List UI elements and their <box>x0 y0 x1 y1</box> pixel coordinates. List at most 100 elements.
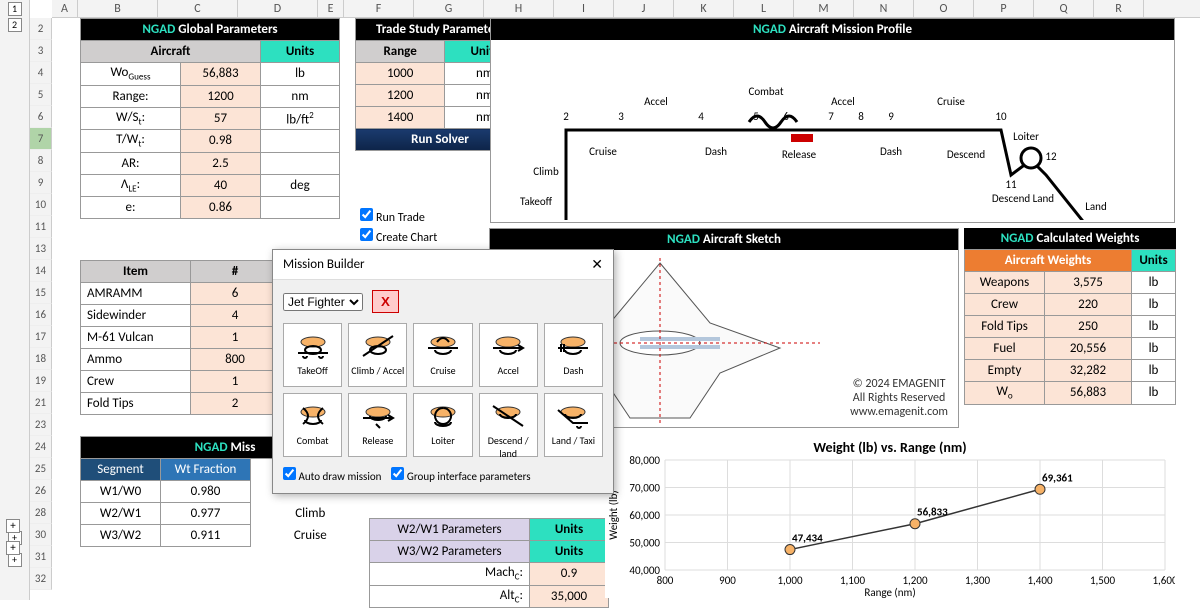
item-header: Item <box>81 261 191 283</box>
item-qty[interactable]: 800 <box>191 349 280 371</box>
extra-units-2: Units <box>530 541 609 563</box>
param-units <box>261 197 340 219</box>
weight-name: Fold Tips <box>965 316 1045 338</box>
svg-text:56,833: 56,833 <box>917 506 948 519</box>
segment-btn-land-taxi[interactable]: Land / Taxi <box>544 393 603 457</box>
row-headers[interactable]: 2345678910111314151617181921232425262830… <box>30 18 52 590</box>
weight-units: lb <box>1132 360 1176 382</box>
weight-units: lb <box>1132 272 1176 294</box>
aircraft-type-select[interactable]: Jet Fighter <box>283 293 363 311</box>
param-label: AR: <box>81 152 181 174</box>
param-label: T/Wt: <box>81 130 181 153</box>
trade-range[interactable]: 1400 <box>356 107 445 129</box>
calculated-weights-panel: NGAD Calculated Weights Aircraft Weights… <box>964 228 1176 405</box>
create-chart-checkbox[interactable]: Create Chart <box>360 228 437 245</box>
svg-text:Land: Land <box>1085 200 1106 213</box>
weight-value: 220 <box>1045 294 1132 316</box>
segment-type: Climb <box>251 503 370 525</box>
range-header: Range <box>356 41 445 63</box>
param-value[interactable]: 57 <box>181 107 261 130</box>
weight-value: 20,556 <box>1045 338 1132 360</box>
mach-label: MachC: <box>370 563 530 586</box>
param-value[interactable]: 0.98 <box>181 130 261 153</box>
svg-text:Descend: Descend <box>947 148 985 161</box>
svg-text:Weight (lb) vs. Range (nm): Weight (lb) vs. Range (nm) <box>813 439 966 456</box>
weight-name: Empty <box>965 360 1045 382</box>
segment-btn-release[interactable]: Release <box>348 393 407 457</box>
auto-draw-checkbox[interactable]: Auto draw mission <box>283 470 381 483</box>
segment-btn-loiter[interactable]: Loiter <box>413 393 472 457</box>
svg-text:Release: Release <box>782 148 817 161</box>
item-qty[interactable]: 4 <box>191 305 280 327</box>
svg-text:11: 11 <box>1005 178 1017 191</box>
group-params-checkbox[interactable]: Group interface parameters <box>391 470 530 483</box>
weight-units: lb <box>1132 316 1176 338</box>
mach-value[interactable]: 0.9 <box>530 563 609 586</box>
alt-value[interactable]: 35,000 <box>530 585 609 608</box>
weight-value: 56,883 <box>1045 382 1132 405</box>
param-value[interactable]: 0.86 <box>181 197 261 219</box>
mission-profile-svg: 01 234 567 8910 11121314 Takeoff Climb C… <box>491 40 1176 220</box>
segment-btn-descend-land[interactable]: Descend / land <box>479 393 538 457</box>
weights-header: Aircraft Weights <box>965 250 1132 272</box>
outline-level-1[interactable]: 1 <box>8 2 22 16</box>
svg-text:Range (nm): Range (nm) <box>864 586 915 598</box>
segment-btn-dash[interactable]: Dash <box>544 323 603 387</box>
svg-text:Loiter: Loiter <box>1013 130 1039 143</box>
svg-text:Dash: Dash <box>705 145 727 158</box>
run-trade-checkbox[interactable]: Run Trade <box>360 208 425 225</box>
item-qty[interactable]: 2 <box>191 393 280 415</box>
param-units: deg <box>261 174 340 197</box>
item-qty[interactable]: 1 <box>191 371 280 393</box>
param-label: Range: <box>81 85 181 107</box>
svg-text:8: 8 <box>858 110 864 123</box>
mission-builder-dialog: Mission Builder ✕ Jet Fighter X TakeOffC… <box>272 249 614 494</box>
weight-value: 32,282 <box>1045 360 1132 382</box>
trade-range[interactable]: 1200 <box>356 85 445 107</box>
svg-text:12: 12 <box>1045 150 1057 163</box>
items-table: Item# AMRAMM6Sidewinder4M-61 Vulcan1Ammo… <box>80 260 280 415</box>
svg-text:47,434: 47,434 <box>792 532 823 545</box>
param-value[interactable]: 2.5 <box>181 152 261 174</box>
svg-text:Climb: Climb <box>533 165 559 178</box>
row-expand-1[interactable]: + <box>6 519 20 533</box>
item-qty[interactable]: 1 <box>191 327 280 349</box>
dialog-close-button[interactable]: ✕ <box>591 256 603 273</box>
outline-expand-2[interactable]: + <box>8 553 22 567</box>
segment-col-header: Segment <box>81 459 161 481</box>
svg-text:1,100: 1,100 <box>840 574 865 587</box>
svg-text:70,000: 70,000 <box>629 482 660 495</box>
segment-btn-cruise[interactable]: Cruise <box>413 323 472 387</box>
weight-units: lb <box>1132 338 1176 360</box>
svg-text:10: 10 <box>995 110 1007 123</box>
w2-params-header: W2/W1 Parameters <box>370 519 530 541</box>
weight-name: Fuel <box>965 338 1045 360</box>
param-value[interactable]: 1200 <box>181 85 261 107</box>
outline-column: 1 2 + + <box>0 0 30 600</box>
segment-btn-accel[interactable]: Accel <box>479 323 538 387</box>
svg-text:Accel: Accel <box>831 95 855 108</box>
segment-btn-combat[interactable]: Combat <box>283 393 342 457</box>
global-params-header: NGAD Global Parameters <box>81 19 340 41</box>
svg-text:80,000: 80,000 <box>629 454 660 467</box>
row-expand-2[interactable]: + <box>6 541 20 555</box>
column-headers[interactable]: ABCDEFGHIJKLMNOPQR <box>52 0 1200 18</box>
svg-text:2: 2 <box>563 110 569 123</box>
svg-text:5: 5 <box>753 110 759 123</box>
svg-text:1,300: 1,300 <box>965 574 990 587</box>
weights-units-header: Units <box>1132 250 1176 272</box>
svg-text:6: 6 <box>783 110 789 123</box>
segment-btn-climb-accel[interactable]: Climb / Accel <box>348 323 407 387</box>
weight-range-chart: Weight (lb) vs. Range (nm)40,00050,00060… <box>605 438 1175 598</box>
param-units <box>261 152 340 174</box>
segment-btn-takeoff[interactable]: TakeOff <box>283 323 342 387</box>
segment-wt: 0.977 <box>161 503 251 525</box>
svg-text:Weight (lb): Weight (lb) <box>607 490 620 539</box>
item-qty[interactable]: 6 <box>191 283 280 305</box>
clear-button[interactable]: X <box>372 290 399 313</box>
param-value[interactable]: 56,883 <box>181 63 261 86</box>
param-value[interactable]: 40 <box>181 174 261 197</box>
outline-level-2[interactable]: 2 <box>8 18 22 32</box>
trade-range[interactable]: 1000 <box>356 63 445 85</box>
weight-name: Crew <box>965 294 1045 316</box>
